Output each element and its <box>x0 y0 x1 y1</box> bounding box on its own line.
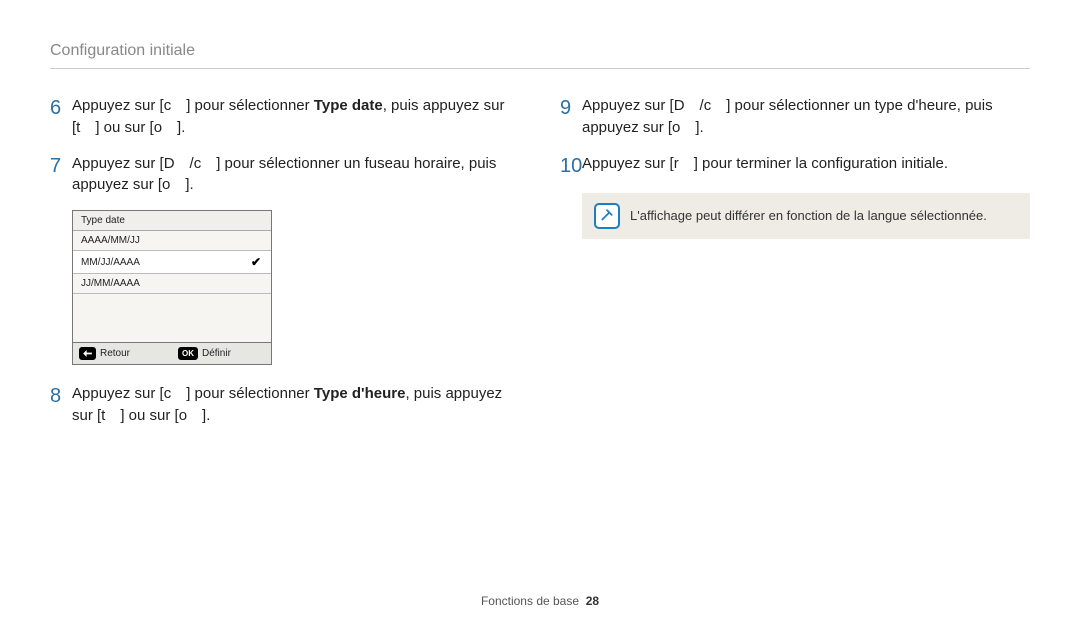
step-text: Appuyez sur [D /c ] pour sélectionner un… <box>582 95 1030 139</box>
footer-page-number: 28 <box>586 594 599 608</box>
lcd-ok-label: Définir <box>202 348 231 359</box>
step-text: Appuyez sur [c ] pour sélectionner Type … <box>72 95 520 139</box>
step-text-bold: Type d'heure <box>314 385 406 402</box>
step-text-bold: Type date <box>314 97 383 114</box>
note-box: L'affichage peut différer en fonction de… <box>582 193 1030 239</box>
lcd-screenshot: Type date AAAA/MM/JJ MM/JJ/AAAA ✔ JJ/MM/… <box>72 210 272 365</box>
step-text: Appuyez sur [c ] pour sélectionner Type … <box>72 383 520 427</box>
step-6: 6 Appuyez sur [c ] pour sélectionner Typ… <box>50 95 520 139</box>
footer-section: Fonctions de base <box>481 594 579 608</box>
lcd-blank-area <box>73 294 271 342</box>
lcd-row-label: MM/JJ/AAAA <box>81 257 140 268</box>
step-number: 6 <box>50 95 72 121</box>
step-number: 7 <box>50 153 72 179</box>
content-columns: 6 Appuyez sur [c ] pour sélectionner Typ… <box>50 95 1030 441</box>
step-9: 9 Appuyez sur [D /c ] pour sélectionner … <box>560 95 1030 139</box>
lcd-row-1: MM/JJ/AAAA ✔ <box>73 251 271 274</box>
step-number: 8 <box>50 383 72 409</box>
right-column: 9 Appuyez sur [D /c ] pour sélectionner … <box>560 95 1030 441</box>
page-footer: Fonctions de base 28 <box>0 594 1080 608</box>
lcd-back-label: Retour <box>100 348 130 359</box>
step-7: 7 Appuyez sur [D /c ] pour sélectionner … <box>50 153 520 197</box>
lcd-ok-button: OK Définir <box>172 343 271 364</box>
lcd-footer: Retour OK Définir <box>73 342 271 364</box>
lcd-row-0: AAAA/MM/JJ <box>73 231 271 251</box>
left-column: 6 Appuyez sur [c ] pour sélectionner Typ… <box>50 95 520 441</box>
header-title: Configuration initiale <box>50 42 195 59</box>
page-header: Configuration initiale <box>50 42 1030 69</box>
lcd-row-2: JJ/MM/AAAA <box>73 274 271 294</box>
step-number: 10 <box>560 153 582 179</box>
step-text: Appuyez sur [r ] pour terminer la config… <box>582 153 948 175</box>
lcd-row-label: JJ/MM/AAAA <box>81 278 140 289</box>
step-8: 8 Appuyez sur [c ] pour sélectionner Typ… <box>50 383 520 427</box>
step-text-pre: Appuyez sur [c ] pour sélectionner <box>72 385 314 402</box>
note-text: L'affichage peut différer en fonction de… <box>630 208 987 223</box>
page-root: Configuration initiale 6 Appuyez sur [c … <box>0 0 1080 630</box>
step-10: 10 Appuyez sur [r ] pour terminer la con… <box>560 153 1030 179</box>
check-icon: ✔ <box>251 255 263 269</box>
step-text: Appuyez sur [D /c ] pour sélectionner un… <box>72 153 520 197</box>
back-arrow-icon <box>79 347 96 360</box>
lcd-row-label: AAAA/MM/JJ <box>81 235 140 246</box>
lcd-title: Type date <box>73 211 271 231</box>
lcd-back-button: Retour <box>73 343 172 364</box>
step-text-pre: Appuyez sur [c ] pour sélectionner <box>72 97 314 114</box>
note-icon <box>594 203 620 229</box>
step-number: 9 <box>560 95 582 121</box>
ok-badge-icon: OK <box>178 347 198 360</box>
